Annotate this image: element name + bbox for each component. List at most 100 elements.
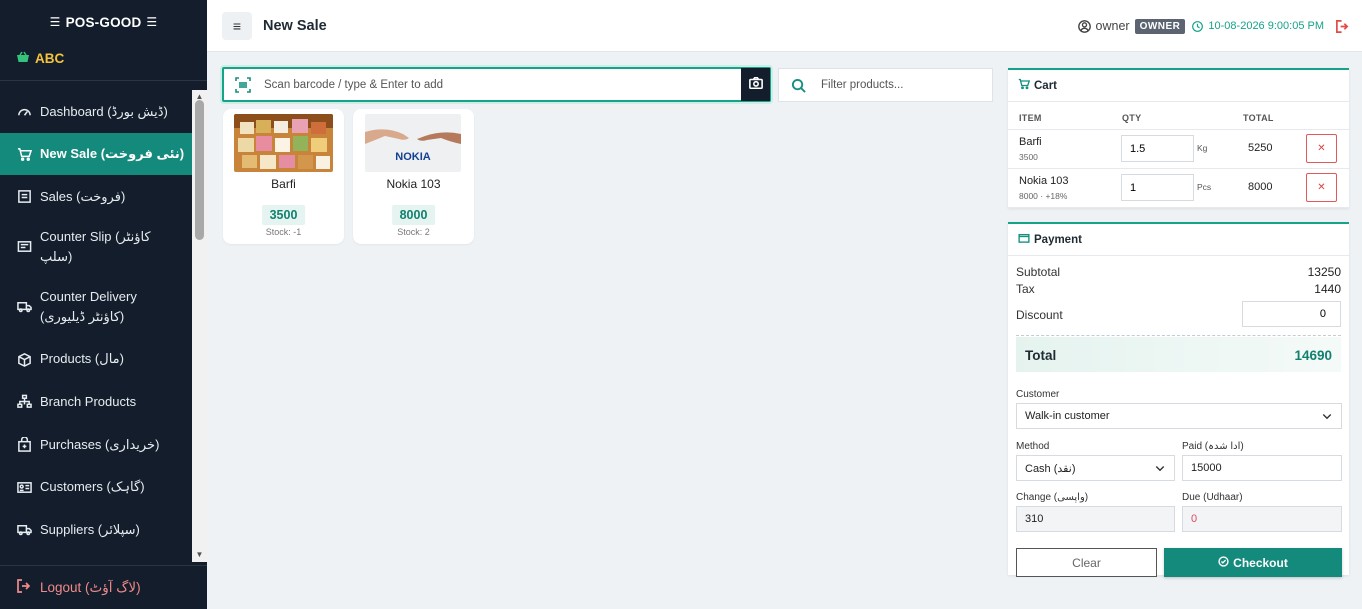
sidebar-item-label: Counter Slip (کاؤنٹر سلپ) bbox=[40, 228, 151, 264]
user-status: owner OWNER 10-08-2026 9:00:05 PM bbox=[1077, 0, 1350, 52]
total-label: Total bbox=[1025, 348, 1057, 363]
brand-name: POS-GOOD bbox=[65, 14, 142, 30]
col-total: TOTAL bbox=[1243, 113, 1274, 123]
id-card-icon bbox=[16, 479, 32, 495]
chevron-down-icon bbox=[1321, 410, 1333, 425]
close-icon: ✕ bbox=[1317, 182, 1326, 193]
sidebar-item-customers[interactable]: Customers (گاہک) bbox=[0, 466, 192, 508]
discount-input[interactable] bbox=[1242, 301, 1341, 327]
sidebar-item-label: Customers (گاہک) bbox=[40, 479, 145, 494]
cart-header: Cart bbox=[1008, 70, 1349, 102]
page-title: New Sale bbox=[263, 17, 327, 34]
sidebar-scrollbar[interactable]: ▲ ▼ bbox=[192, 90, 207, 562]
basket-icon bbox=[16, 51, 30, 66]
svg-text:NOKIA: NOKIA bbox=[395, 151, 431, 163]
product-price: 3500 bbox=[261, 205, 306, 225]
sidebar-item-new-sale[interactable]: New Sale (نئی فروخت) bbox=[0, 133, 192, 175]
due-value: 0 bbox=[1191, 513, 1198, 525]
change-field: 310 bbox=[1016, 506, 1175, 532]
col-item: ITEM bbox=[1019, 113, 1042, 123]
sidebar-item-counter-delivery[interactable]: Counter Delivery (کاؤنٹر ڈیلیوری) bbox=[0, 275, 192, 338]
cart-item-unit: Pcs bbox=[1197, 182, 1212, 192]
cart-item-price: 3500 bbox=[1019, 152, 1038, 162]
customer-select[interactable]: Walk-in customer bbox=[1016, 403, 1342, 429]
truck-icon bbox=[16, 522, 32, 538]
role-badge: OWNER bbox=[1134, 18, 1186, 34]
receipt-icon bbox=[16, 189, 32, 205]
close-icon: ✕ bbox=[1317, 143, 1326, 154]
cart-line-total: 5250 bbox=[1248, 142, 1273, 154]
slip-icon bbox=[16, 239, 32, 255]
sidebar-nav: Dashboard (ڈیش بورڈ) New Sale (نئی فروخت… bbox=[0, 90, 192, 562]
sidebar-item-label: Branch Products bbox=[40, 393, 137, 409]
sidebar-item-branch-products[interactable]: Branch Products bbox=[0, 380, 192, 423]
barcode-input[interactable] bbox=[262, 69, 741, 100]
qty-input[interactable] bbox=[1121, 135, 1194, 162]
product-card[interactable]: NOKIA Nokia 103 8000 Stock: 2 bbox=[353, 109, 474, 244]
product-name: Nokia 103 bbox=[386, 177, 441, 191]
gauge-icon bbox=[16, 104, 32, 120]
sign-out-icon[interactable] bbox=[1335, 18, 1350, 33]
customer-value: Walk-in customer bbox=[1025, 410, 1110, 422]
change-label: Change (واپسی) bbox=[1016, 492, 1089, 503]
sidebar-item-label: Products (مال) bbox=[40, 351, 124, 366]
cart-item-unit: Kg bbox=[1197, 143, 1208, 153]
product-name: Barfi bbox=[271, 177, 296, 191]
sidebar-item-products[interactable]: Products (مال) bbox=[0, 338, 192, 380]
hamburger-menu-button[interactable]: ≡ bbox=[222, 11, 252, 40]
cart-row: Nokia 103 8000 · +18% Pcs 8000 ✕ bbox=[1008, 169, 1349, 208]
paid-input[interactable]: 15000 bbox=[1182, 455, 1342, 481]
qty-input[interactable] bbox=[1121, 174, 1194, 201]
cart-item-name: Barfi bbox=[1019, 136, 1042, 148]
checkout-label: Checkout bbox=[1233, 555, 1288, 570]
discount-label: Discount bbox=[1016, 308, 1063, 322]
method-select[interactable]: Cash (نقد) bbox=[1016, 455, 1175, 481]
payment-title: Payment bbox=[1034, 233, 1082, 246]
cart-columns: ITEM QTY TOTAL bbox=[1008, 102, 1349, 130]
remove-item-button[interactable]: ✕ bbox=[1306, 134, 1337, 163]
col-qty: QTY bbox=[1122, 113, 1142, 123]
tax-label: Tax bbox=[1016, 282, 1035, 296]
tax-row: Tax 1440 bbox=[1016, 282, 1341, 296]
scroll-thumb[interactable] bbox=[195, 100, 204, 240]
cart-icon bbox=[16, 146, 32, 162]
bag-icon bbox=[16, 437, 32, 453]
sidebar-item-suppliers[interactable]: Suppliers (سپلائر) bbox=[0, 508, 192, 551]
sidebar-item-counter-slip[interactable]: Counter Slip (کاؤنٹر سلپ) bbox=[0, 218, 192, 275]
sidebar-item-label: Sales (فروخت) bbox=[40, 188, 126, 204]
logout-label: Logout (لاگ آؤٹ) bbox=[40, 579, 141, 595]
total-bar: Total 14690 bbox=[1016, 337, 1341, 372]
camera-scan-button[interactable] bbox=[741, 68, 770, 101]
camera-icon bbox=[748, 76, 763, 93]
cart-panel: Cart ITEM QTY TOTAL Barfi 3500 Kg 5250 ✕… bbox=[1008, 68, 1349, 208]
due-label: Due (Udhaar) bbox=[1182, 492, 1243, 503]
org-label: ABC bbox=[35, 50, 65, 66]
clock-icon bbox=[1192, 19, 1204, 33]
cart-line-total: 8000 bbox=[1248, 181, 1273, 193]
payment-header: Payment bbox=[1008, 224, 1349, 256]
subtotal-value: 13250 bbox=[1307, 265, 1341, 279]
remove-item-button[interactable]: ✕ bbox=[1306, 173, 1337, 202]
sidebar-item-label: Counter Delivery (کاؤنٹر ڈیلیوری) bbox=[40, 288, 137, 324]
product-card[interactable]: Barfi 3500 Stock: -1 bbox=[223, 109, 344, 244]
hamburger-icon: ≡ bbox=[232, 17, 242, 34]
wallet-icon bbox=[1018, 232, 1030, 247]
sidebar-item-dashboard[interactable]: Dashboard (ڈیش بورڈ) bbox=[0, 90, 192, 133]
sidebar-item-purchases[interactable]: Purchases (خریداری) bbox=[0, 423, 192, 466]
cart-title: Cart bbox=[1034, 79, 1058, 92]
product-filter-input[interactable] bbox=[817, 79, 992, 91]
subtotal-label: Subtotal bbox=[1016, 265, 1061, 279]
sidebar-item-sales[interactable]: Sales (فروخت) bbox=[0, 175, 192, 218]
sitemap-icon bbox=[16, 394, 32, 410]
clear-button[interactable]: Clear bbox=[1016, 548, 1157, 577]
logout-icon bbox=[16, 578, 32, 597]
payment-panel: Payment Subtotal 13250 Tax 1440 Discount… bbox=[1008, 222, 1349, 577]
datetime: 10-08-2026 9:00:05 PM bbox=[1208, 20, 1324, 32]
product-price: 8000 bbox=[391, 205, 436, 225]
user-circle-icon bbox=[1077, 19, 1091, 33]
logout-button[interactable]: Logout (لاگ آؤٹ) bbox=[0, 565, 207, 609]
scroll-down-arrow-icon[interactable]: ▼ bbox=[192, 548, 207, 562]
method-value: Cash (نقد) bbox=[1025, 462, 1076, 475]
tax-value: 1440 bbox=[1314, 282, 1341, 296]
checkout-button[interactable]: Checkout bbox=[1164, 548, 1342, 577]
